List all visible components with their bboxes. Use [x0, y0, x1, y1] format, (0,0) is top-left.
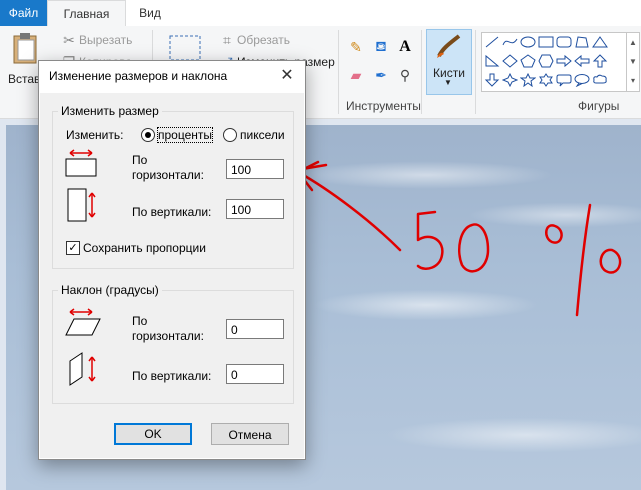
color-picker-icon[interactable]: ✒ — [372, 66, 390, 84]
eraser-icon[interactable]: ▰ — [347, 66, 365, 84]
ribbon-tab-bar: Файл Главная Вид — [0, 0, 641, 28]
percent-radio[interactable] — [141, 128, 155, 142]
left-arrow-shape-icon[interactable] — [574, 54, 590, 68]
rounded-callout-shape-icon[interactable] — [556, 73, 572, 87]
crop-button[interactable]: ⌗ Обрезать — [218, 32, 298, 48]
pixels-label[interactable]: пиксели — [240, 128, 285, 142]
cloud-callout-shape-icon[interactable] — [592, 73, 608, 87]
pixels-radio[interactable] — [223, 128, 237, 142]
pentagon-shape-icon[interactable] — [520, 54, 536, 68]
oval-callout-shape-icon[interactable] — [574, 73, 590, 87]
horizontal-resize-icon — [65, 149, 97, 177]
line-shape-icon[interactable] — [484, 35, 500, 49]
dialog-title: Изменение размеров и наклона — [49, 69, 228, 83]
skew-horizontal-label-line1: По — [132, 314, 148, 328]
skew-vertical-input[interactable]: 0 — [226, 364, 284, 384]
text-tool-icon[interactable]: A — [396, 38, 414, 56]
crop-label: Обрезать — [237, 33, 290, 47]
rectangle-shape-icon[interactable] — [538, 35, 554, 49]
up-arrow-shape-icon[interactable] — [592, 54, 608, 68]
ribbon-separator — [338, 30, 339, 114]
keep-aspect-label[interactable]: Сохранить пропорции — [83, 241, 206, 255]
resize-horizontal-label-line2: горизонтали: — [132, 168, 204, 182]
close-icon[interactable]: ✕ — [275, 65, 299, 87]
clipboard-icon — [13, 33, 37, 64]
magnifier-icon[interactable]: ⚲ — [396, 66, 414, 84]
chevron-up-icon[interactable]: ▲ — [627, 33, 639, 52]
keep-aspect-checkbox[interactable]: ✓ — [66, 241, 80, 255]
resize-skew-dialog: Изменение размеров и наклона ✕ Изменить … — [38, 60, 306, 460]
change-by-label: Изменить: — [66, 128, 124, 142]
down-arrow-shape-icon[interactable] — [484, 73, 500, 87]
ribbon-separator — [421, 30, 422, 114]
ribbon-separator — [475, 30, 476, 114]
tab-file[interactable]: Файл — [0, 0, 47, 26]
paste-button[interactable]: Вставить — [4, 30, 59, 90]
five-point-star-shape-icon[interactable] — [520, 73, 536, 87]
expand-icon[interactable]: ▾ — [627, 71, 639, 90]
resize-section-title: Изменить размер — [58, 104, 162, 118]
crop-icon: ⌗ — [223, 31, 231, 48]
brushes-button[interactable]: Кисти ▼ — [426, 29, 472, 95]
skew-section-title: Наклон (градусы) — [58, 283, 162, 297]
rounded-rectangle-shape-icon[interactable] — [556, 35, 572, 49]
percent-label[interactable]: проценты — [156, 127, 214, 143]
skew-horizontal-label-line2: горизонтали: — [132, 329, 204, 343]
triangle-shape-icon[interactable] — [592, 35, 608, 49]
vertical-skew-icon — [69, 352, 96, 386]
shapes-group-label: Фигуры — [578, 99, 620, 113]
dialog-body: Изменить размер Изменить: проценты пиксе… — [40, 93, 304, 458]
horizontal-skew-icon — [65, 308, 101, 336]
skew-horizontal-input[interactable]: 0 — [226, 319, 284, 339]
shapes-gallery — [481, 32, 627, 92]
ok-button[interactable]: OK — [114, 423, 192, 445]
skew-vertical-label: По вертикали: — [132, 369, 212, 383]
resize-vertical-input[interactable]: 100 — [226, 199, 284, 219]
chevron-down-icon[interactable]: ▼ — [627, 52, 639, 71]
resize-horizontal-input[interactable]: 100 — [226, 159, 284, 179]
oval-shape-icon[interactable] — [520, 35, 536, 49]
diamond-shape-icon[interactable] — [502, 54, 518, 68]
four-point-star-shape-icon[interactable] — [502, 73, 518, 87]
right-triangle-shape-icon[interactable] — [484, 54, 500, 68]
curve-shape-icon[interactable] — [502, 35, 518, 49]
resize-vertical-label: По вертикали: — [132, 205, 212, 219]
fill-bucket-icon[interactable]: ⛾ — [372, 38, 390, 56]
chevron-down-icon: ▼ — [444, 78, 452, 87]
brush-icon — [437, 34, 461, 58]
vertical-resize-icon — [67, 188, 96, 222]
resize-horizontal-label-line1: По — [132, 153, 148, 167]
right-arrow-shape-icon[interactable] — [556, 54, 572, 68]
polygon-shape-icon[interactable] — [574, 35, 590, 49]
cut-label: Вырезать — [79, 33, 133, 47]
scissors-icon: ✂ — [63, 31, 75, 48]
shapes-scroll[interactable]: ▲ ▼ ▾ — [626, 32, 640, 92]
tools-group-label: Инструменты — [346, 99, 421, 113]
six-point-star-shape-icon[interactable] — [538, 73, 554, 87]
cut-button[interactable]: ✂ Вырезать — [60, 32, 140, 48]
select-icon — [169, 35, 201, 61]
pencil-icon[interactable]: ✎ — [347, 38, 365, 56]
hexagon-shape-icon[interactable] — [538, 54, 554, 68]
cancel-button[interactable]: Отмена — [211, 423, 289, 445]
tab-home[interactable]: Главная — [47, 0, 126, 28]
tab-view[interactable]: Вид — [128, 0, 172, 26]
